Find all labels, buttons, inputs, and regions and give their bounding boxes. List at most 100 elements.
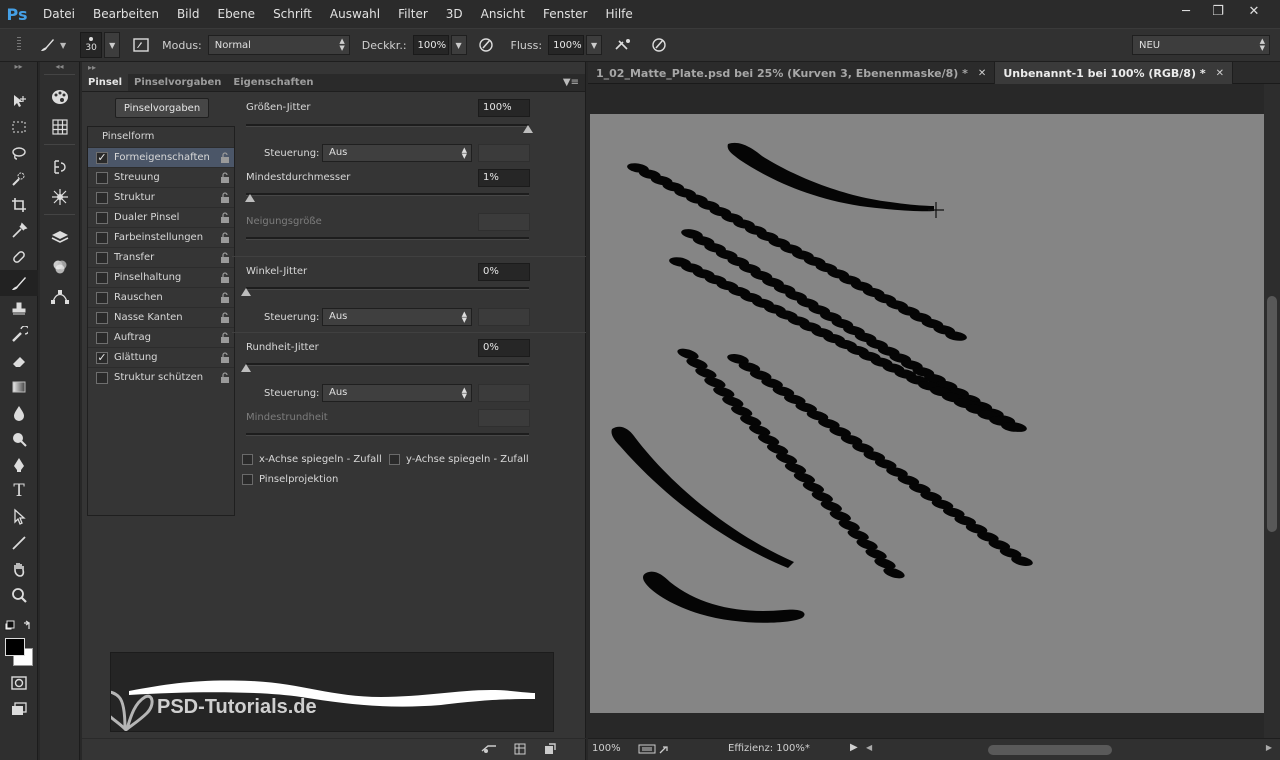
lock-icon[interactable]: [220, 352, 230, 363]
opacity-dropdown[interactable]: ▼: [450, 35, 467, 55]
slider-thumb[interactable]: [241, 364, 251, 372]
slider-thumb[interactable]: [241, 288, 251, 296]
vertical-scrollbar[interactable]: [1264, 84, 1280, 738]
tab-pinsel[interactable]: Pinsel: [82, 74, 129, 91]
lock-icon[interactable]: [220, 292, 230, 303]
angle-jitter-input[interactable]: 0%: [478, 263, 530, 281]
lock-icon[interactable]: [220, 192, 230, 203]
lock-icon[interactable]: [220, 332, 230, 343]
brush-setting-item[interactable]: Dualer Pinsel: [88, 207, 234, 227]
close-tab-icon[interactable]: ✕: [1216, 68, 1224, 79]
minimize-icon[interactable]: ─: [1170, 0, 1202, 22]
brush-presets-button[interactable]: Pinselvorgaben: [115, 98, 209, 118]
flip-x-checkbox[interactable]: [242, 454, 253, 465]
menu-3d[interactable]: 3D: [437, 7, 472, 21]
brush-setting-item[interactable]: Farbeinstellungen: [88, 227, 234, 247]
quick-mask-icon[interactable]: [0, 670, 38, 696]
horizontal-scrollbar-thumb[interactable]: [988, 745, 1112, 755]
menu-bild[interactable]: Bild: [168, 7, 209, 21]
checked-checkbox[interactable]: ✓: [96, 351, 108, 364]
menu-schrift[interactable]: Schrift: [264, 7, 321, 21]
color-panel-icon[interactable]: [40, 82, 80, 112]
brush-tip-shape-item[interactable]: Pinselform: [88, 127, 234, 147]
checkbox[interactable]: [96, 211, 108, 224]
zoom-tool-icon[interactable]: [0, 582, 38, 608]
roundness-fade-input[interactable]: [478, 384, 530, 402]
checkbox[interactable]: [96, 331, 108, 344]
slider-thumb[interactable]: [523, 125, 533, 133]
mode-select[interactable]: Normal ▲ ▼: [207, 35, 350, 55]
panel-menu-icon[interactable]: ▼≡: [563, 74, 579, 92]
eyedropper-tool-icon[interactable]: [0, 218, 38, 244]
angle-fade-input[interactable]: [478, 308, 530, 326]
crop-tool-icon[interactable]: [0, 192, 38, 218]
size-jitter-input[interactable]: 100%: [478, 99, 530, 117]
close-tab-icon[interactable]: ✕: [978, 68, 986, 79]
menu-fenster[interactable]: Fenster: [534, 7, 597, 21]
brush-projection-checkbox[interactable]: [242, 474, 253, 485]
menu-ansicht[interactable]: Ansicht: [472, 7, 534, 21]
lock-icon[interactable]: [220, 272, 230, 283]
pressure-opacity-icon[interactable]: [475, 34, 497, 56]
menu-hilfe[interactable]: Hilfe: [596, 7, 641, 21]
lock-icon[interactable]: [220, 312, 230, 323]
brush-setting-item[interactable]: Struktur: [88, 187, 234, 207]
status-menu-arrow-icon[interactable]: ▶: [850, 742, 858, 753]
opacity-input[interactable]: 100%: [412, 35, 449, 55]
checkbox[interactable]: [96, 171, 108, 184]
new-brush-icon[interactable]: [544, 743, 556, 758]
roundness-control-select[interactable]: Aus ▲ ▼: [322, 384, 472, 402]
pressure-size-icon[interactable]: [648, 34, 670, 56]
channels-panel-icon[interactable]: [40, 252, 80, 282]
tab-pinselvorgaben[interactable]: Pinselvorgaben: [128, 74, 227, 91]
panel-collapse-icon[interactable]: ▸▸: [0, 62, 37, 72]
checkbox[interactable]: [96, 311, 108, 324]
airbrush-icon[interactable]: [612, 34, 634, 56]
swatches-panel-icon[interactable]: [40, 112, 80, 142]
menu-bearbeiten[interactable]: Bearbeiten: [84, 7, 168, 21]
flow-input[interactable]: 100%: [548, 35, 585, 55]
healing-brush-tool-icon[interactable]: [0, 244, 38, 270]
line-tool-icon[interactable]: [0, 530, 38, 556]
size-control-select[interactable]: Aus ▲ ▼: [322, 144, 472, 162]
lock-icon[interactable]: [220, 212, 230, 223]
checkbox[interactable]: [96, 191, 108, 204]
history-brush-tool-icon[interactable]: [0, 322, 38, 348]
eraser-tool-icon[interactable]: [0, 348, 38, 374]
menu-datei[interactable]: Datei: [34, 7, 84, 21]
hand-tool-icon[interactable]: [0, 556, 38, 582]
clone-stamp-tool-icon[interactable]: [0, 296, 38, 322]
brush-tool-preset-icon[interactable]: [36, 34, 58, 56]
brush-panel-toggle-icon[interactable]: [130, 34, 152, 56]
checkbox[interactable]: [96, 371, 108, 384]
lock-icon[interactable]: [220, 372, 230, 383]
menu-filter[interactable]: Filter: [389, 7, 437, 21]
blur-tool-icon[interactable]: [0, 400, 38, 426]
lock-icon[interactable]: [220, 152, 230, 163]
flow-dropdown[interactable]: ▼: [586, 35, 603, 55]
brush-setting-item[interactable]: Auftrag: [88, 327, 234, 347]
panel-collapse-icon[interactable]: ◂◂: [40, 62, 79, 72]
path-selection-tool-icon[interactable]: [0, 504, 38, 530]
layers-panel-icon[interactable]: [40, 222, 80, 252]
lock-icon[interactable]: [220, 252, 230, 263]
swap-colors-icon[interactable]: [4, 620, 34, 634]
lasso-tool-icon[interactable]: [0, 140, 38, 166]
lock-icon[interactable]: [220, 232, 230, 243]
doc-tab-matte-plate[interactable]: 1_02_Matte_Plate.psd bei 25% (Kurven 3, …: [588, 62, 996, 84]
quick-selection-tool-icon[interactable]: [0, 166, 38, 192]
min-diameter-slider[interactable]: [246, 193, 529, 196]
angle-control-select[interactable]: Aus ▲ ▼: [322, 308, 472, 326]
move-tool-icon[interactable]: [0, 88, 38, 114]
brush-size-dropdown[interactable]: ▼: [104, 32, 121, 58]
checkbox[interactable]: [96, 251, 108, 264]
brush-setting-item[interactable]: Nasse Kanten: [88, 307, 234, 327]
checkbox[interactable]: [96, 291, 108, 304]
slider-thumb[interactable]: [245, 194, 255, 202]
pen-tool-icon[interactable]: [0, 452, 38, 478]
dodge-tool-icon[interactable]: [0, 426, 38, 452]
scrollbar-thumb[interactable]: [1267, 296, 1277, 532]
brush-setting-item[interactable]: ✓ Glättung: [88, 347, 234, 367]
brush-setting-item[interactable]: ✓ Formeigenschaften: [88, 147, 234, 167]
angle-jitter-slider[interactable]: [246, 287, 529, 290]
